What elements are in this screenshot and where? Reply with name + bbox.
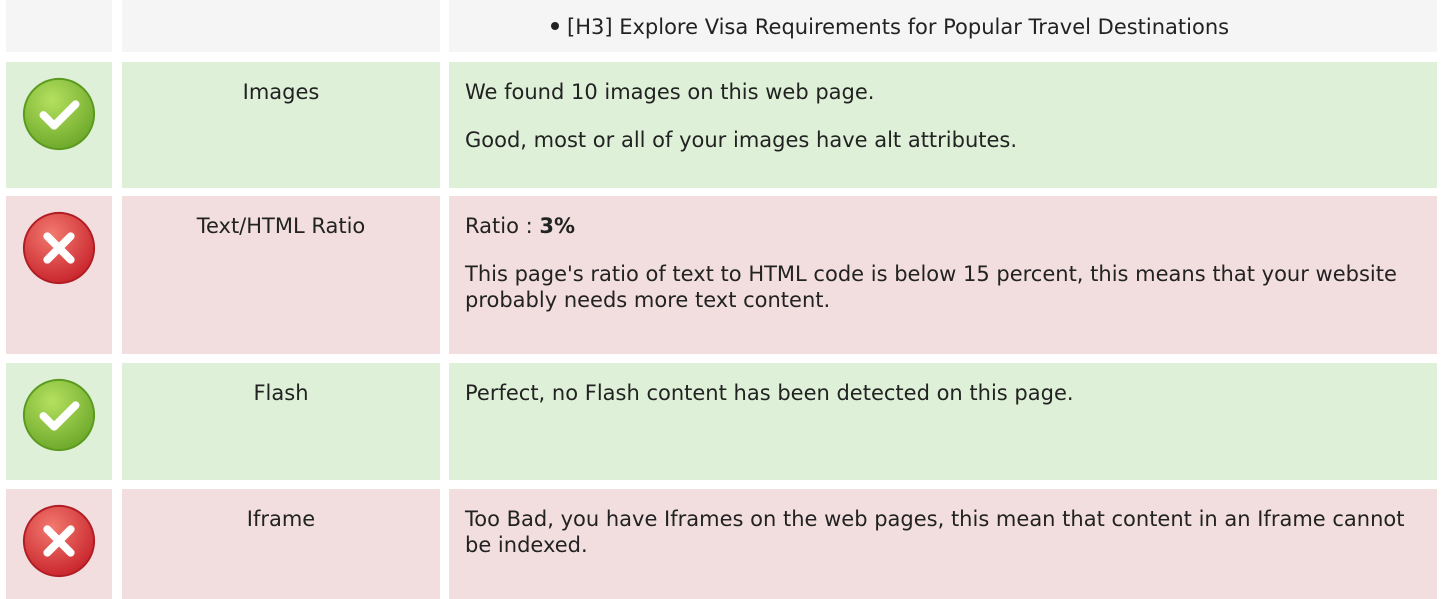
ratio-value: 3% bbox=[539, 214, 575, 238]
flash-content-cell: Perfect, no Flash content has been detec… bbox=[449, 363, 1437, 480]
headings-content-cell: [H3] Explore Visa Requirements for Popul… bbox=[449, 0, 1437, 52]
iframe-label-cell: Iframe bbox=[122, 489, 440, 599]
ratio-label-cell: Text/HTML Ratio bbox=[122, 196, 440, 354]
iframe-row: Iframe Too Bad, you have Iframes on the … bbox=[0, 489, 1443, 599]
check-circle-icon bbox=[20, 75, 98, 153]
ratio-value-line: Ratio : 3% bbox=[465, 196, 1425, 239]
headings-label-cell bbox=[122, 0, 440, 52]
headings-row: [H3] Explore Visa Requirements for Popul… bbox=[0, 0, 1443, 52]
images-label-cell: Images bbox=[122, 62, 440, 188]
cross-circle-icon bbox=[20, 209, 98, 287]
iframe-status-text: Too Bad, you have Iframes on the web pag… bbox=[465, 507, 1405, 557]
text-html-ratio-row: Text/HTML Ratio Ratio : 3% This page's r… bbox=[0, 196, 1443, 354]
flash-icon-cell bbox=[6, 363, 112, 480]
iframe-content-cell: Too Bad, you have Iframes on the web pag… bbox=[449, 489, 1437, 599]
ratio-advice-text: This page's ratio of text to HTML code i… bbox=[465, 262, 1397, 312]
heading-list-item: [H3] Explore Visa Requirements for Popul… bbox=[465, 0, 1425, 40]
images-row: Images We found 10 images on this web pa… bbox=[0, 62, 1443, 188]
flash-label-cell: Flash bbox=[122, 363, 440, 480]
iframe-label: Iframe bbox=[246, 507, 316, 531]
images-label: Images bbox=[242, 80, 320, 104]
images-icon-cell bbox=[6, 62, 112, 188]
images-content-cell: We found 10 images on this web page. Goo… bbox=[449, 62, 1437, 188]
cross-circle-icon bbox=[20, 502, 98, 580]
bullet-icon bbox=[551, 22, 559, 30]
heading-item-text: [H3] Explore Visa Requirements for Popul… bbox=[567, 15, 1230, 39]
ratio-icon-cell bbox=[6, 196, 112, 354]
images-count-text: We found 10 images on this web page. bbox=[465, 80, 875, 104]
ratio-prefix: Ratio : bbox=[465, 214, 540, 238]
images-alt-text: Good, most or all of your images have al… bbox=[465, 128, 1018, 152]
ratio-label: Text/HTML Ratio bbox=[196, 214, 366, 238]
flash-status-text: Perfect, no Flash content has been detec… bbox=[465, 381, 1074, 405]
flash-row: Flash Perfect, no Flash content has been… bbox=[0, 363, 1443, 480]
check-circle-icon bbox=[20, 376, 98, 454]
iframe-icon-cell bbox=[6, 489, 112, 599]
flash-label: Flash bbox=[253, 381, 309, 405]
ratio-content-cell: Ratio : 3% This page's ratio of text to … bbox=[449, 196, 1437, 354]
headings-icon-cell bbox=[6, 0, 112, 52]
